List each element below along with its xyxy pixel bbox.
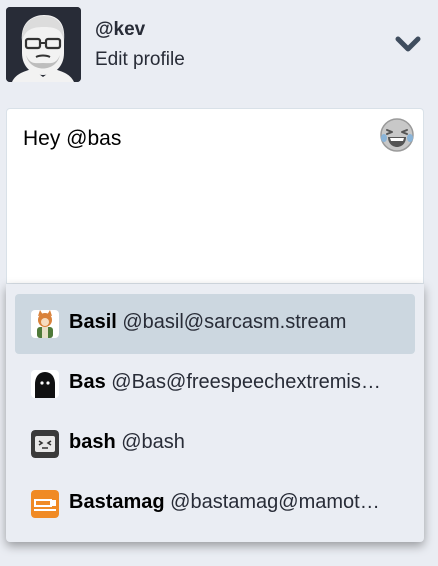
terminal-face-avatar-icon [31,430,59,458]
avatar [31,310,59,338]
display-name: Basil [69,311,117,333]
profile-handle[interactable]: @kev [95,19,145,41]
account-menu-button[interactable] [394,35,422,55]
avatar [31,370,59,398]
avatar [31,430,59,458]
suggestion-text: Basil @basil@sarcasm.stream [69,311,405,334]
avatar[interactable] [6,7,81,82]
fox-character-avatar-icon [31,310,59,338]
chevron-down-icon [395,36,421,52]
display-name: Bastamag [69,491,165,513]
avatar [31,490,59,518]
display-name: Bas [69,371,106,393]
suggestion-item-bastamag[interactable]: Bastamag @bastamag@mamot… [15,474,415,534]
suggestion-item-bash[interactable]: bash @bash [15,414,415,474]
account-handle: @bastamag@mamot… [170,491,380,513]
suggestion-text: bash @bash [69,431,405,454]
bearded-face-avatar-icon [6,7,81,82]
suggestion-item-basil[interactable]: Basil @basil@sarcasm.stream [15,294,415,354]
emoji-picker-button[interactable] [379,117,415,153]
autosuggest-list: Basil @basil@sarcasm.stream Bas @Bas@fre… [6,284,424,542]
hooded-figure-avatar-icon [31,370,59,398]
account-handle: @Bas@freespeechextremis… [111,371,381,393]
display-name: bash [69,431,116,453]
suggestion-item-bas[interactable]: Bas @Bas@freespeechextremis… [15,354,415,414]
compose-textarea[interactable]: Hey @bas [6,108,424,284]
edit-profile-link[interactable]: Edit profile [95,49,185,71]
navigation-bar: @kev Edit profile [6,7,432,83]
account-handle: @basil@sarcasm.stream [122,311,347,333]
suggestion-text: Bastamag @bastamag@mamot… [69,491,405,514]
suggestion-text: Bas @Bas@freespeechextremis… [69,371,405,394]
bastamag-logo-icon [31,490,59,518]
laughing-emoji-icon [380,118,414,152]
compose-text[interactable]: Hey @bas [23,127,121,151]
account-handle: @bash [121,431,185,453]
